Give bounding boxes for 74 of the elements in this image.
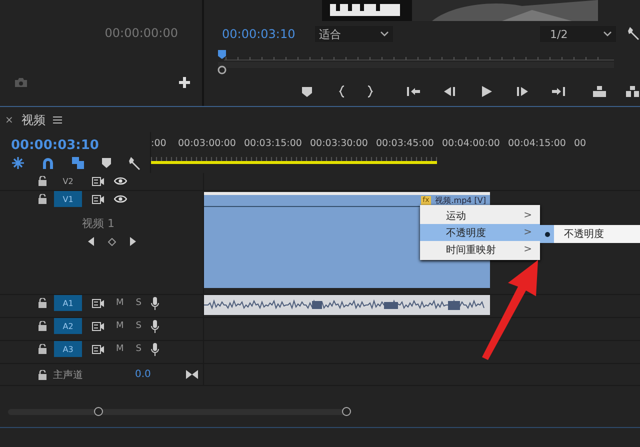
mute-button[interactable]: M <box>116 298 124 308</box>
nest-icon[interactable] <box>12 157 24 169</box>
menu-item[interactable]: 不透明度 > <box>420 224 540 241</box>
clip-title: 视频.mp4 [V] <box>435 196 486 206</box>
step-back-icon[interactable] <box>443 85 457 98</box>
step-forward-icon[interactable] <box>515 85 529 98</box>
timecode: 00:00:03:10 <box>11 138 100 153</box>
solo-button[interactable]: S <box>136 298 142 308</box>
bowtie-icon[interactable] <box>186 370 198 379</box>
ruler-time: 00:04:15:00 <box>508 138 567 149</box>
film-icon[interactable] <box>92 344 104 354</box>
brace-icon[interactable] <box>366 85 374 98</box>
film-icon[interactable] <box>92 194 104 204</box>
play-icon[interactable] <box>479 85 493 98</box>
track-name: 主声道 <box>53 368 83 382</box>
track-target[interactable]: V1 <box>54 191 82 207</box>
mute-button[interactable]: M <box>116 321 124 331</box>
zoom-scrollbar[interactable] <box>8 409 348 415</box>
timecode: 00:00:03:10 <box>222 27 296 41</box>
ruler-time: 00:03:15:00 <box>244 138 303 149</box>
ruler-time: 00 <box>574 138 588 149</box>
solo-button[interactable]: S <box>136 321 142 331</box>
caret-icon <box>603 31 612 37</box>
eye-icon[interactable] <box>114 195 127 203</box>
lock-icon[interactable] <box>38 176 47 186</box>
solo-button[interactable]: S <box>136 344 142 354</box>
extract-icon[interactable] <box>625 85 640 98</box>
track-target[interactable]: A2 <box>54 318 82 334</box>
volume-value[interactable]: 0.0 <box>135 369 151 380</box>
audio-clip[interactable] <box>204 295 490 315</box>
menu-icon[interactable] <box>53 116 62 124</box>
ruler-time: 00:03:45:00 <box>376 138 435 149</box>
linked-selection-icon[interactable] <box>72 157 84 169</box>
marker-icon[interactable] <box>102 158 111 168</box>
wrench-icon[interactable] <box>628 26 640 40</box>
lock-icon[interactable] <box>38 194 47 204</box>
film-icon[interactable] <box>92 298 104 308</box>
previous-keyframe-icon[interactable] <box>88 237 95 246</box>
keyframe-icon[interactable] <box>108 238 116 246</box>
brace-icon[interactable] <box>338 85 346 98</box>
film-icon[interactable] <box>92 176 104 186</box>
close-icon[interactable]: × <box>5 114 14 126</box>
eye-icon[interactable] <box>114 177 127 185</box>
add-icon[interactable] <box>179 77 190 88</box>
ruler-time: 00:04:00:00 <box>442 138 501 149</box>
ruler-time: 00:03:30:00 <box>310 138 369 149</box>
caret-icon <box>380 31 390 37</box>
go-to-in-icon[interactable] <box>406 85 421 98</box>
film-icon[interactable] <box>92 322 104 330</box>
wrench-icon[interactable] <box>129 156 141 170</box>
snap-icon[interactable] <box>42 157 54 169</box>
mute-button[interactable]: M <box>116 344 124 354</box>
resolution-dropdown[interactable]: 1/2 <box>540 26 616 42</box>
track-target[interactable]: V2 <box>54 173 82 189</box>
microphone-icon[interactable] <box>151 342 160 356</box>
fit-dropdown[interactable]: 适合 <box>315 26 394 42</box>
track-target[interactable]: A3 <box>54 341 82 357</box>
go-to-out-icon[interactable] <box>551 85 566 98</box>
marker-icon[interactable] <box>300 85 314 98</box>
microphone-icon[interactable] <box>151 320 160 332</box>
ruler-time: :00 <box>151 138 168 149</box>
panel-title[interactable]: 视频 <box>21 112 46 128</box>
ruler-time: 00:03:00:00 <box>178 138 237 149</box>
track-name: 视频 1 <box>82 216 114 231</box>
lock-icon[interactable] <box>38 344 47 354</box>
track-target[interactable]: A1 <box>54 295 82 311</box>
microphone-icon[interactable] <box>151 296 160 310</box>
timecode: 00:00:00:00 <box>104 26 178 40</box>
menu-item[interactable]: 不透明度 <box>564 227 604 241</box>
lock-icon[interactable] <box>38 370 47 380</box>
lock-icon[interactable] <box>38 298 47 308</box>
next-keyframe-icon[interactable] <box>129 237 136 246</box>
lock-icon[interactable] <box>38 321 47 331</box>
lift-icon[interactable] <box>592 85 607 98</box>
